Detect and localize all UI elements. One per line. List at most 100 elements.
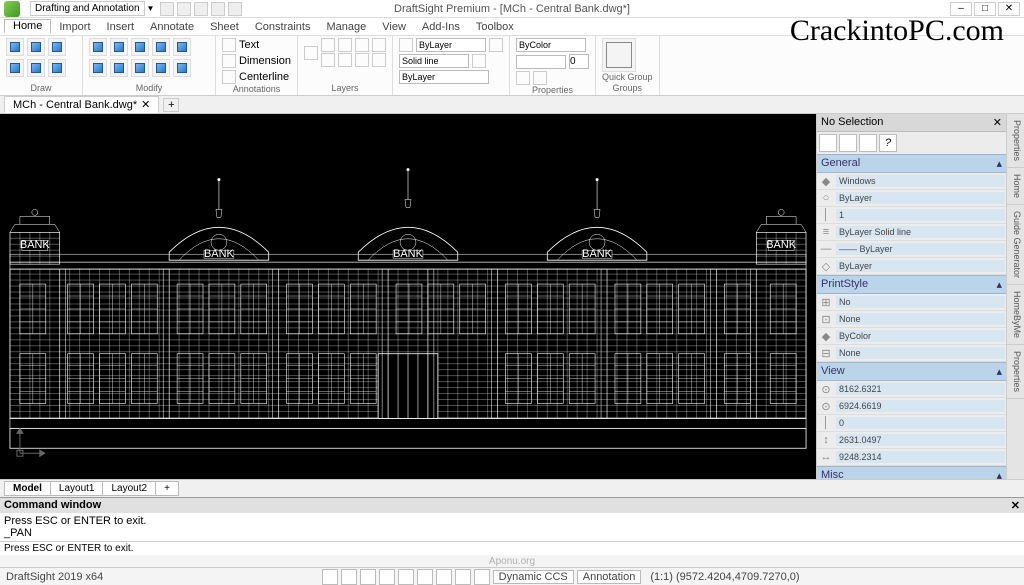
prop-row[interactable]: │1 [817,207,1006,224]
menu-constraints[interactable]: Constraints [247,21,319,33]
status-icon-5[interactable] [398,569,414,585]
mirror-tool-icon[interactable] [173,38,191,56]
status-icon-2[interactable] [341,569,357,585]
command-input[interactable]: Press ESC or ENTER to exit. [0,541,1024,555]
scale-tool-icon[interactable] [89,59,107,77]
section-general[interactable]: General▴ [817,154,1006,173]
status-icon-4[interactable] [379,569,395,585]
prop-row-value[interactable]: 9248.2314 [836,451,1005,463]
prop-tool-3-icon[interactable] [859,134,877,152]
prop-row[interactable]: ⊟None [817,345,1006,362]
layer-color-icon[interactable] [372,38,386,52]
prop-list-icon[interactable] [533,71,547,85]
centerline-tool-icon[interactable] [222,70,236,84]
prop-row[interactable]: ◆Windows [817,173,1006,190]
layer-freeze-icon[interactable] [338,38,352,52]
tab-model[interactable]: Model [4,481,51,496]
layer-manager-icon[interactable] [304,46,318,60]
prop-row-value[interactable]: No [836,296,1005,308]
explode-tool-icon[interactable] [173,59,191,77]
stretch-tool-icon[interactable] [110,59,128,77]
prop-color-field[interactable]: ByColor [516,38,586,52]
prop-row[interactable]: ◇ByLayer [817,258,1006,275]
prop-match-icon[interactable] [516,71,530,85]
prop-tool-help-icon[interactable]: ? [879,134,897,152]
menu-manage[interactable]: Manage [318,21,374,33]
close-tab-icon[interactable]: ✕ [141,98,150,111]
menu-import[interactable]: Import [51,21,98,33]
qat-new-icon[interactable] [160,2,174,16]
side-tab-properties-2[interactable]: Properties [1007,345,1024,399]
line-tool-icon[interactable] [6,38,24,56]
tab-add[interactable]: + [155,481,179,496]
layer-unlock-icon[interactable] [372,53,386,67]
command-window-close-icon[interactable]: ✕ [1011,499,1020,512]
status-icon-7[interactable] [436,569,452,585]
prop-row-value[interactable]: 0 [836,417,1005,429]
layer-thaw-icon[interactable] [355,53,369,67]
trim-tool-icon[interactable] [152,38,170,56]
menu-view[interactable]: View [374,21,414,33]
prop-row[interactable]: ⊞No [817,294,1006,311]
arc-tool-icon[interactable] [6,59,24,77]
prop-row[interactable]: │0 [817,415,1006,432]
menu-insert[interactable]: Insert [99,21,143,33]
side-tab-homebyme[interactable]: HomeByMe [1007,285,1024,345]
new-tab-button[interactable]: + [163,98,179,112]
circle-tool-icon[interactable] [48,38,66,56]
layer-color-field[interactable]: ByLayer [416,38,486,52]
layer-color-swatch-icon[interactable] [399,38,413,52]
layer-state-icon[interactable] [489,38,503,52]
quick-group-icon[interactable] [602,38,636,72]
prop-tool-2-icon[interactable] [839,134,857,152]
polyline-tool-icon[interactable] [27,38,45,56]
menu-home[interactable]: Home [4,19,51,34]
rotate-tool-icon[interactable] [131,38,149,56]
layer-current-field[interactable]: ByLayer [399,70,489,84]
section-printstyle[interactable]: PrintStyle▴ [817,275,1006,294]
prop-lw-field[interactable] [516,55,566,69]
layer-lt-icon[interactable] [472,54,486,68]
prop-row-value[interactable]: 1 [836,209,1005,221]
status-dynamic-ccs[interactable]: Dynamic CCS [493,570,574,584]
status-icon-9[interactable] [474,569,490,585]
fillet-tool-icon[interactable] [131,59,149,77]
layer-off-icon[interactable] [338,53,352,67]
side-tab-properties[interactable]: Properties [1007,114,1024,168]
tab-layout1[interactable]: Layout1 [50,481,104,496]
prop-row-value[interactable]: 8162.6321 [836,383,1005,395]
prop-row-value[interactable]: ByLayer [836,192,1005,204]
prop-row[interactable]: ○ByLayer [817,190,1006,207]
menu-sheet[interactable]: Sheet [202,21,247,33]
prop-row-value[interactable]: —— ByLayer [836,243,1005,255]
rect-tool-icon[interactable] [27,59,45,77]
prop-row-value[interactable]: Windows [836,175,1005,187]
text-tool-icon[interactable] [222,38,236,52]
workspace-dropdown[interactable]: Drafting and Annotation [30,1,145,16]
prop-row[interactable]: ≡ByLayer Solid line [817,224,1006,241]
prop-row-value[interactable]: None [836,313,1005,325]
side-tab-guide[interactable]: Guide Generator [1007,205,1024,285]
section-view[interactable]: View▴ [817,362,1006,381]
prop-row-value[interactable]: ByColor [836,330,1005,342]
prop-row[interactable]: ◆ByColor [817,328,1006,345]
menu-annotate[interactable]: Annotate [142,21,202,33]
qat-save-icon[interactable] [194,2,208,16]
status-icon-1[interactable] [322,569,338,585]
prop-row[interactable]: ——— ByLayer [817,241,1006,258]
prop-row-value[interactable]: ByLayer Solid line [836,226,1005,238]
prop-row-value[interactable]: 2631.0497 [836,434,1005,446]
ellipse-tool-icon[interactable] [48,59,66,77]
copy-tool-icon[interactable] [110,38,128,56]
prop-row[interactable]: ↕2631.0497 [817,432,1006,449]
qat-undo-icon[interactable] [211,2,225,16]
prop-row[interactable]: ↔9248.2314 [817,449,1006,466]
section-misc[interactable]: Misc▴ [817,466,1006,479]
status-icon-6[interactable] [417,569,433,585]
prop-tool-1-icon[interactable] [819,134,837,152]
prop-row[interactable]: ⊙8162.6321 [817,381,1006,398]
layer-iso-icon[interactable] [321,53,335,67]
prop-row-value[interactable]: 6924.6619 [836,400,1005,412]
prop-row[interactable]: ⊡None [817,311,1006,328]
status-icon-8[interactable] [455,569,471,585]
